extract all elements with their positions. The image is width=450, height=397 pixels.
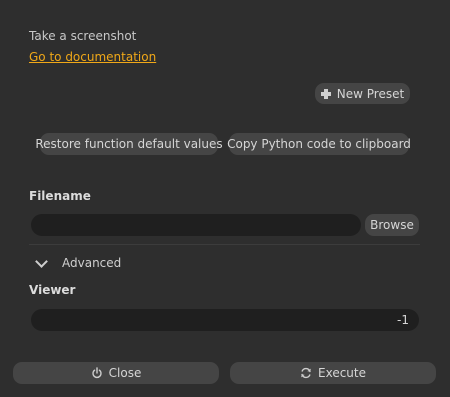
new-preset-label: New Preset — [336, 86, 405, 101]
filename-label: Filename — [29, 189, 91, 203]
filename-input[interactable] — [31, 214, 361, 236]
function-description: Take a screenshot — [29, 29, 137, 43]
browse-button[interactable]: Browse — [365, 214, 419, 236]
execute-button[interactable]: Execute — [230, 362, 436, 384]
documentation-link[interactable]: Go to documentation — [29, 50, 156, 64]
restore-defaults-button[interactable]: Restore function default values — [35, 133, 223, 155]
refresh-icon — [301, 367, 311, 379]
new-preset-button[interactable]: New Preset — [315, 83, 410, 104]
copy-python-label: Copy Python code to clipboard — [227, 137, 411, 151]
viewer-input[interactable] — [31, 309, 419, 331]
close-label: Close — [108, 366, 142, 380]
browse-label: Browse — [370, 218, 414, 232]
plus-icon — [320, 88, 331, 99]
screenshot-panel: Take a screenshot Go to documentation Ne… — [0, 0, 450, 397]
close-button[interactable]: Close — [13, 362, 219, 384]
power-icon — [91, 367, 102, 379]
copy-python-button[interactable]: Copy Python code to clipboard — [227, 133, 411, 155]
chevron-down-icon — [35, 254, 48, 268]
advanced-label: Advanced — [62, 256, 122, 270]
section-divider — [29, 244, 420, 245]
execute-label: Execute — [318, 366, 366, 380]
viewer-label: Viewer — [29, 283, 76, 297]
advanced-toggle[interactable]: Advanced — [35, 254, 122, 270]
restore-defaults-label: Restore function default values — [35, 137, 223, 151]
